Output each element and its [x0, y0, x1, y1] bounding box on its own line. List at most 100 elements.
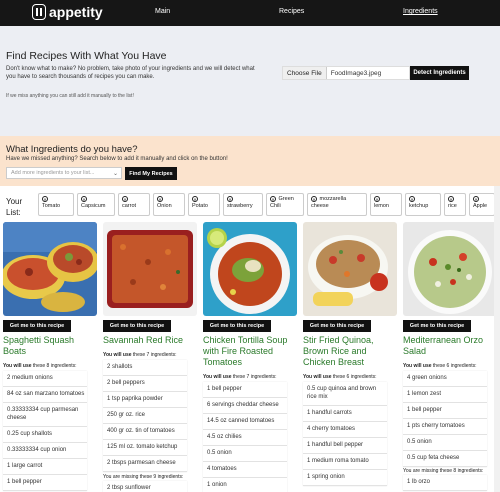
list-item: 400 gr oz. tin of tomatoes	[103, 424, 187, 440]
ingredient-list: 1 bell pepper 6 servings cheddar cheese …	[203, 382, 287, 492]
list-item: 1 medium roma tomato	[303, 454, 387, 470]
ingredient-chip: ✕ carrot	[118, 193, 150, 216]
remove-icon[interactable]: ✕	[473, 196, 479, 202]
ingredient-chip: ✕ Potato	[188, 193, 220, 216]
recipe-image[interactable]	[103, 222, 197, 316]
get-recipe-button[interactable]: Get me to this recipe	[303, 320, 371, 332]
list-item: 6 servings cheddar cheese	[203, 398, 287, 414]
your-list-label: Your List:	[6, 197, 23, 217]
list-item: 2 tbsp sunflower	[103, 481, 187, 492]
missing-ingredients-text: You are missing these 9 ingredients:	[103, 474, 184, 480]
ingredient-chip: ✕ Tomato	[38, 193, 74, 216]
get-recipe-button[interactable]: Get me to this recipe	[3, 320, 71, 332]
selected-file-name: FoodImage3.jpeg	[330, 69, 382, 77]
page-scrollbar[interactable]	[494, 186, 500, 492]
remove-icon[interactable]: ✕	[409, 196, 415, 202]
chevron-down-icon[interactable]: ⌄	[113, 170, 118, 177]
list-item: 0.5 onion	[403, 435, 487, 451]
remove-icon[interactable]: ✕	[157, 196, 163, 202]
list-item: 1 tsp paprika powder	[103, 392, 187, 408]
ingredient-list: 2 medium onions 84 oz san marzano tomato…	[3, 371, 87, 491]
hero-note: If we miss anything you can still add it…	[6, 93, 134, 99]
nav-link-ingredients[interactable]: Ingredients	[403, 8, 438, 15]
remove-icon[interactable]: ✕	[42, 196, 48, 202]
list-item: 1 lb orzo	[403, 475, 487, 491]
recipe-title[interactable]: Spaghetti Squash Boats	[3, 335, 99, 357]
list-item: 14.5 oz canned tomatoes	[203, 414, 287, 430]
list-item: 250 gr oz. rice	[103, 408, 187, 424]
list-item: 84 oz san marzano tomatoes	[3, 387, 87, 403]
list-item: 1 spring onion	[303, 470, 387, 486]
detect-ingredients-button[interactable]: Detect Ingredients	[410, 66, 469, 80]
recipe-title[interactable]: Stir Fried Quinoa, Brown Rice and Chicke…	[303, 335, 399, 368]
photo-upload-section: Find Recipes With What You Have Don't kn…	[0, 26, 500, 136]
recipe-image[interactable]	[403, 222, 497, 316]
remove-icon[interactable]: ✕	[311, 196, 317, 202]
nav-link-recipes[interactable]: Recipes	[279, 8, 304, 15]
ingredient-chip: ✕ Apple	[469, 193, 495, 216]
ingredients-title: What Ingredients do you have?	[6, 144, 138, 155]
list-item: 1 large carrot	[3, 459, 87, 475]
missing-ingredient-list: 2 tbsp sunflower	[103, 481, 187, 492]
ingredient-chip: ✕ lemon	[370, 193, 402, 216]
list-item: 1 bell pepper	[203, 382, 287, 398]
remove-icon[interactable]: ✕	[227, 196, 233, 202]
remove-icon[interactable]: ✕	[81, 196, 87, 202]
recipe-title[interactable]: Savannah Red Rice	[103, 335, 199, 346]
find-recipes-button[interactable]: Find My Recipes	[125, 167, 177, 180]
hero-title: Find Recipes With What You Have	[6, 50, 167, 62]
ingredients-search-section: What Ingredients do you have? Have we mi…	[0, 136, 500, 186]
choose-file-button[interactable]: Choose File	[283, 67, 327, 79]
ingredient-chip: ✕ Onion	[153, 193, 185, 216]
list-item: 4 green onions	[403, 371, 487, 387]
file-input[interactable]: Choose File FoodImage3.jpeg	[282, 66, 410, 80]
recipe-card: Get me to this recipe Mediterranean Orzo…	[403, 222, 497, 492]
list-item: 1 handful carrots	[303, 406, 387, 422]
remove-icon[interactable]: ✕	[448, 196, 454, 202]
get-recipe-button[interactable]: Get me to this recipe	[403, 320, 471, 332]
ingredient-chip: ✕ mozzarella cheese	[307, 193, 367, 216]
get-recipe-button[interactable]: Get me to this recipe	[203, 320, 271, 332]
recipe-title[interactable]: Chicken Tortilla Soup with Fire Roasted …	[203, 335, 299, 368]
remove-icon[interactable]: ✕	[192, 196, 198, 202]
list-item: 2 bell peppers	[103, 376, 187, 392]
recipe-title[interactable]: Mediterranean Orzo Salad	[403, 335, 499, 357]
search-placeholder: Add more ingredients to your list...	[11, 170, 95, 176]
ingredient-search-input[interactable]: Add more ingredients to your list... ⌄	[6, 167, 122, 179]
list-item: 2 medium onions	[3, 371, 87, 387]
ingredient-list: 2 shallots 2 bell peppers 1 tsp paprika …	[103, 360, 187, 472]
remove-icon[interactable]: ✕	[122, 196, 128, 202]
ingredient-list: 0.5 cup quinoa and brown rice mix 1 hand…	[303, 382, 387, 486]
uses-ingredients-text: You will use these 6 ingredients:	[403, 363, 477, 369]
list-item: 1 bell pepper	[403, 403, 487, 419]
get-recipe-button[interactable]: Get me to this recipe	[103, 320, 171, 332]
list-item: 2 shallots	[103, 360, 187, 376]
hero-subtitle: Don't know what to make? No problem, tak…	[6, 66, 255, 80]
list-item: 0.33333334 cup onion	[3, 443, 87, 459]
remove-icon[interactable]: ✕	[374, 196, 380, 202]
recipe-card: Get me to this recipe Savannah Red Rice …	[103, 222, 197, 492]
top-navbar: appetity Main Recipes Ingredients	[0, 0, 500, 26]
remove-icon[interactable]: ✕	[270, 196, 276, 202]
recipe-image[interactable]	[303, 222, 397, 316]
list-item: 1 bell pepper	[3, 475, 87, 491]
list-item: 0.33333334 cup parmesan cheese	[3, 403, 87, 427]
nav-link-main[interactable]: Main	[155, 8, 170, 15]
recipe-card: Get me to this recipe Stir Fried Quinoa,…	[303, 222, 397, 492]
ingredients-subtitle: Have we missed anything? Search below to…	[6, 156, 228, 162]
uses-ingredients-text: You will use these 6 ingredients:	[303, 374, 377, 380]
list-item: 125 ml oz. tomato ketchup	[103, 440, 187, 456]
recipe-image[interactable]	[203, 222, 297, 316]
ingredient-chip: ✕ ketchup	[405, 193, 441, 216]
missing-ingredients-text: You are missing these 8 ingredients:	[403, 468, 484, 474]
uses-ingredients-text: You will use these 7 ingredients:	[103, 352, 177, 358]
logo[interactable]: appetity	[32, 4, 103, 20]
missing-ingredient-list: 1 lb orzo	[403, 475, 487, 491]
uses-ingredients-text: You will use these 7 ingredients:	[203, 374, 277, 380]
list-item: 1 lemon zest	[403, 387, 487, 403]
fork-knife-icon	[32, 4, 46, 20]
list-item: 2 tbsps parmesan cheese	[103, 456, 187, 472]
logo-text: appetity	[49, 4, 103, 20]
recipe-image[interactable]	[3, 222, 97, 316]
list-item: 0.25 cup shallots	[3, 427, 87, 443]
